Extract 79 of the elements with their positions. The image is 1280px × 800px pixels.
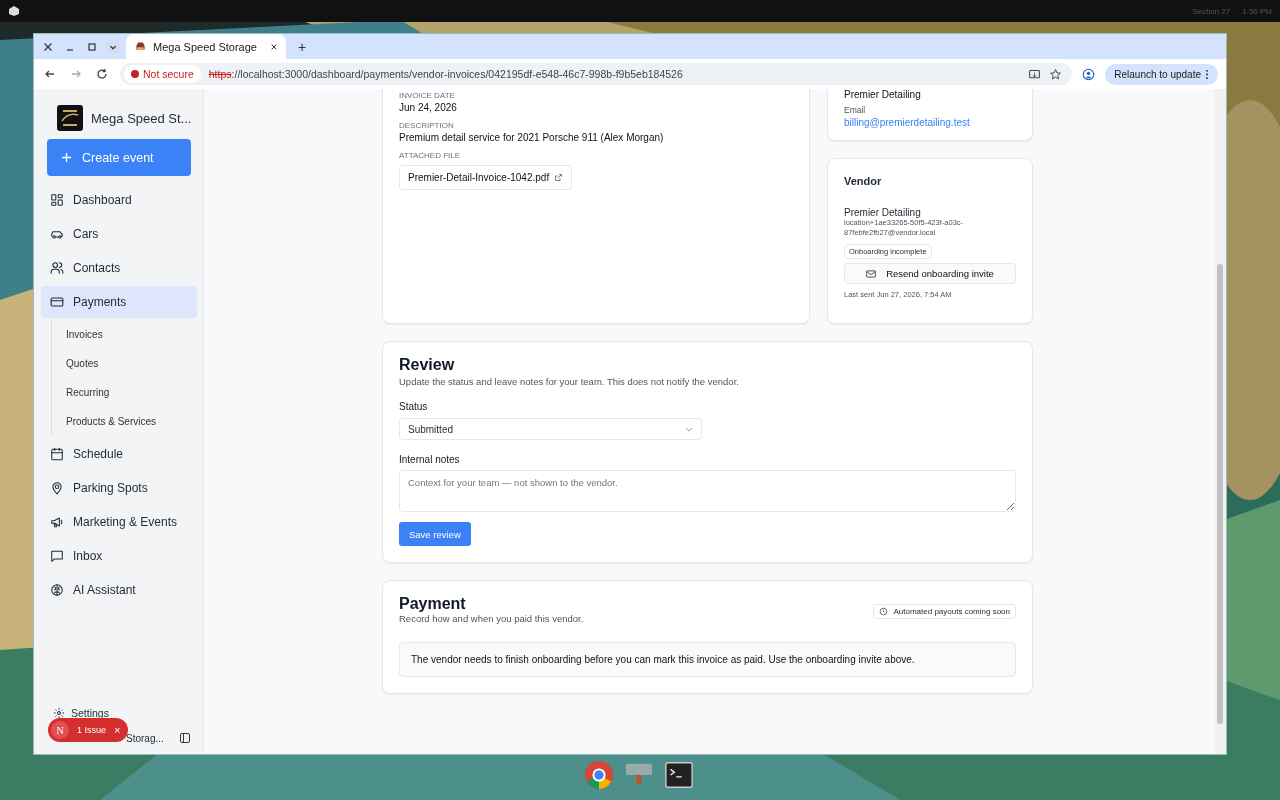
nav-item[interactable]: Dashboard bbox=[41, 184, 197, 216]
payouts-badge: Automated payouts coming soon bbox=[873, 604, 1016, 619]
section-title: Payment bbox=[399, 595, 467, 613]
more-icon[interactable] bbox=[1205, 68, 1209, 80]
logo-icon bbox=[57, 105, 83, 131]
resend-invite-button[interactable]: Resend onboarding invite bbox=[844, 263, 1016, 285]
status-select[interactable]: Submitted bbox=[399, 418, 702, 440]
settings-item[interactable]: Settings bbox=[53, 706, 109, 720]
nav-item[interactable]: Payments bbox=[41, 286, 197, 318]
close-icon[interactable] bbox=[43, 41, 53, 52]
nav-item[interactable]: Contacts bbox=[41, 252, 197, 284]
calendar-icon bbox=[50, 447, 64, 461]
app-menu-icon[interactable] bbox=[8, 5, 20, 17]
nav-item[interactable]: Inbox bbox=[41, 540, 197, 572]
pin-icon bbox=[50, 481, 64, 495]
card-icon bbox=[50, 295, 64, 309]
browser-icon[interactable] bbox=[584, 760, 614, 790]
section-subtitle: Update the status and leave notes for your team. This does not notify the vendor. bbox=[399, 376, 740, 387]
issue-count: 1 Issue bbox=[77, 725, 107, 735]
grid-icon bbox=[50, 193, 64, 207]
field-value: Premium detail service for 2021 Porsche 911 (Alex Morgan) bbox=[399, 132, 665, 143]
browser-tab[interactable]: Mega Speed Storage bbox=[126, 34, 286, 59]
subnav-item[interactable]: Recurring bbox=[66, 378, 197, 407]
reload-icon[interactable] bbox=[96, 68, 108, 80]
nav-item[interactable]: Marketing & Events bbox=[41, 506, 197, 538]
create-event-button[interactable]: Create event bbox=[47, 139, 191, 176]
save-review-button[interactable]: Save review bbox=[399, 522, 471, 546]
favicon bbox=[134, 40, 147, 53]
subnav-item[interactable]: Invoices bbox=[66, 320, 197, 349]
organization-name[interactable]: Storag... bbox=[126, 732, 164, 744]
nav-item[interactable]: Parking Spots bbox=[41, 472, 197, 504]
sidebar-toggle-icon[interactable] bbox=[179, 732, 191, 744]
subnav-item[interactable]: Products & Services bbox=[66, 407, 197, 436]
vendor-name: Premier Detailing bbox=[844, 207, 922, 218]
tab-list-icon[interactable] bbox=[106, 39, 120, 54]
mail-icon bbox=[866, 269, 877, 278]
close-tab-icon[interactable] bbox=[270, 42, 278, 51]
section-subtitle: Record how and when you paid this vendor. bbox=[399, 613, 584, 624]
field-label: INVOICE DATE bbox=[399, 91, 456, 100]
field-value: Jun 24, 2026 bbox=[399, 102, 458, 113]
external-link-icon bbox=[554, 173, 564, 182]
email-label: Email bbox=[844, 105, 867, 115]
dismiss-icon[interactable]: × bbox=[114, 724, 121, 736]
notes-field[interactable]: Context for your team — not shown to the vendor. bbox=[399, 470, 1016, 512]
avatar: N bbox=[51, 721, 69, 739]
field-label: ATTACHED FILE bbox=[399, 151, 462, 160]
message-icon bbox=[50, 549, 64, 563]
relaunch-button[interactable]: Relaunch to update bbox=[1105, 63, 1218, 85]
megaphone-icon bbox=[50, 515, 64, 529]
users-icon bbox=[50, 261, 64, 275]
address-bar[interactable]: Not secure https://localhost:3000/dashboard/payments/vendor-invoices/042195df-e548-46c7-998b-f9b5eb184526 bbox=[120, 63, 1073, 85]
attached-file-link[interactable]: Premier-Detail-Invoice-1042.pdf bbox=[399, 165, 573, 190]
section-title: Review bbox=[399, 356, 456, 374]
card-title: Vendor bbox=[844, 175, 883, 187]
field-label: Internal notes bbox=[399, 454, 461, 465]
settings-icon bbox=[53, 707, 65, 719]
brand-name: Mega Speed St... bbox=[91, 110, 192, 126]
nav-item[interactable]: Schedule bbox=[41, 438, 197, 470]
clock-icon bbox=[879, 607, 889, 616]
nav-item[interactable]: Cars bbox=[41, 218, 197, 250]
bookmark-star-icon[interactable] bbox=[1049, 67, 1063, 81]
contact-name: Premier Detailing bbox=[844, 89, 922, 100]
security-chip[interactable]: Not secure bbox=[124, 65, 201, 83]
clock: 1:56 PM bbox=[1242, 6, 1272, 16]
subnav-item[interactable]: Quotes bbox=[66, 349, 197, 378]
chevron-down-icon bbox=[685, 426, 693, 432]
install-icon[interactable] bbox=[1028, 67, 1042, 81]
onboarding-notice: The vendor needs to finish onboarding before you can mark this invoice as paid. Use the onboarding invite above. bbox=[399, 642, 1016, 677]
field-label: Status bbox=[399, 401, 429, 412]
plus-icon bbox=[61, 152, 72, 163]
back-icon[interactable] bbox=[44, 68, 56, 80]
new-tab-button[interactable]: + bbox=[292, 38, 313, 55]
terminal-icon[interactable] bbox=[664, 760, 694, 790]
nav-item[interactable]: AI Assistant bbox=[41, 574, 197, 606]
maximize-icon[interactable] bbox=[87, 41, 97, 52]
scrollbar-thumb[interactable] bbox=[1217, 264, 1223, 724]
profile-icon[interactable] bbox=[1082, 67, 1096, 81]
field-label: DESCRIPTION bbox=[399, 121, 455, 130]
email-link[interactable]: billing@premierdetailing.test bbox=[844, 117, 1016, 128]
